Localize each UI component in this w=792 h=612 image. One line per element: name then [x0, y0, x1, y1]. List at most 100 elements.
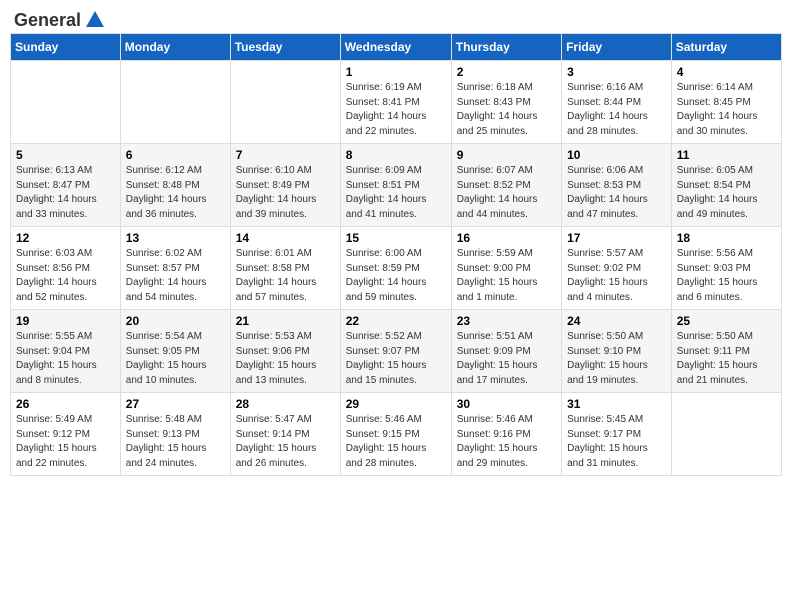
- day-number: 30: [457, 397, 556, 411]
- calendar-cell: [230, 61, 340, 144]
- calendar-cell: 21Sunrise: 5:53 AM Sunset: 9:06 PM Dayli…: [230, 310, 340, 393]
- day-info: Sunrise: 6:19 AM Sunset: 8:41 PM Dayligh…: [346, 81, 446, 139]
- day-number: 31: [567, 397, 666, 411]
- calendar-cell: 15Sunrise: 6:00 AM Sunset: 8:59 PM Dayli…: [340, 227, 451, 310]
- day-number: 18: [677, 231, 776, 245]
- day-info: Sunrise: 6:14 AM Sunset: 8:45 PM Dayligh…: [677, 81, 776, 139]
- day-number: 6: [126, 148, 225, 162]
- day-info: Sunrise: 5:57 AM Sunset: 9:02 PM Dayligh…: [567, 247, 666, 305]
- calendar-table: SundayMondayTuesdayWednesdayThursdayFrid…: [10, 33, 782, 476]
- calendar-cell: 18 Sunrise: 5:56 AM Sunset: 9:03 PM Dayli…: [671, 227, 781, 310]
- day-number: 10: [567, 148, 666, 162]
- day-number: 5: [16, 148, 115, 162]
- day-header-thursday: Thursday: [451, 34, 561, 61]
- week-row-4: 19 Sunrise: 5:55 AM Sunset: 9:04 PM Dayli…: [11, 310, 782, 393]
- day-header-saturday: Saturday: [671, 34, 781, 61]
- day-number: 22: [346, 314, 446, 328]
- day-info: Sunrise: 6:05 AM Sunset: 8:54 PM Dayligh…: [677, 164, 776, 222]
- day-info: Sunrise: 5:56 AM Sunset: 9:03 PM Dayligh…: [677, 247, 776, 305]
- day-info: Sunrise: 6:18 AM Sunset: 8:43 PM Dayligh…: [457, 81, 556, 139]
- week-row-3: 12 Sunrise: 6:03 AM Sunset: 8:56 PM Dayli…: [11, 227, 782, 310]
- day-info: Sunrise: 5:51 AM Sunset: 9:09 PM Dayligh…: [457, 330, 556, 388]
- calendar-cell: 11 Sunrise: 6:05 AM Sunset: 8:54 PM Dayli…: [671, 144, 781, 227]
- day-number: 12: [16, 231, 115, 245]
- calendar-cell: 30 Sunrise: 5:46 AM Sunset: 9:16 PM Dayli…: [451, 393, 561, 476]
- calendar-cell: 2 Sunrise: 6:18 AM Sunset: 8:43 PM Daylig…: [451, 61, 561, 144]
- calendar-cell: 4Sunrise: 6:14 AM Sunset: 8:45 PM Daylig…: [671, 61, 781, 144]
- calendar-cell: [671, 393, 781, 476]
- day-info: Sunrise: 6:12 AM Sunset: 8:48 PM Dayligh…: [126, 164, 225, 222]
- day-info: Sunrise: 5:45 AM Sunset: 9:17 PM Dayligh…: [567, 413, 666, 471]
- day-number: 26: [16, 397, 115, 411]
- calendar-cell: 1 Sunrise: 6:19 AM Sunset: 8:41 PM Daylig…: [340, 61, 451, 144]
- calendar-cell: 22Sunrise: 5:52 AM Sunset: 9:07 PM Dayli…: [340, 310, 451, 393]
- day-info: Sunrise: 6:00 AM Sunset: 8:59 PM Dayligh…: [346, 247, 446, 305]
- day-info: Sunrise: 5:48 AM Sunset: 9:13 PM Dayligh…: [126, 413, 225, 471]
- day-info: Sunrise: 6:06 AM Sunset: 8:53 PM Dayligh…: [567, 164, 666, 222]
- calendar-cell: 25Sunrise: 5:50 AM Sunset: 9:11 PM Dayli…: [671, 310, 781, 393]
- day-info: Sunrise: 5:59 AM Sunset: 9:00 PM Dayligh…: [457, 247, 556, 305]
- page-header: General: [10, 10, 782, 27]
- logo: General: [14, 10, 106, 27]
- day-number: 7: [236, 148, 335, 162]
- day-number: 14: [236, 231, 335, 245]
- calendar-cell: 16 Sunrise: 5:59 AM Sunset: 9:00 PM Dayli…: [451, 227, 561, 310]
- calendar-cell: 9 Sunrise: 6:07 AM Sunset: 8:52 PM Daylig…: [451, 144, 561, 227]
- day-info: Sunrise: 5:47 AM Sunset: 9:14 PM Dayligh…: [236, 413, 335, 471]
- calendar-cell: 6 Sunrise: 6:12 AM Sunset: 8:48 PM Daylig…: [120, 144, 230, 227]
- week-row-5: 26 Sunrise: 5:49 AM Sunset: 9:12 PM Dayli…: [11, 393, 782, 476]
- day-headers-row: SundayMondayTuesdayWednesdayThursdayFrid…: [11, 34, 782, 61]
- calendar-cell: 23 Sunrise: 5:51 AM Sunset: 9:09 PM Dayli…: [451, 310, 561, 393]
- calendar-cell: [120, 61, 230, 144]
- day-header-tuesday: Tuesday: [230, 34, 340, 61]
- week-row-2: 5 Sunrise: 6:13 AM Sunset: 8:47 PM Daylig…: [11, 144, 782, 227]
- week-row-1: 1 Sunrise: 6:19 AM Sunset: 8:41 PM Daylig…: [11, 61, 782, 144]
- calendar-cell: 28 Sunrise: 5:47 AM Sunset: 9:14 PM Dayli…: [230, 393, 340, 476]
- day-number: 11: [677, 148, 776, 162]
- calendar-cell: 31 Sunrise: 5:45 AM Sunset: 9:17 PM Dayli…: [562, 393, 672, 476]
- day-number: 19: [16, 314, 115, 328]
- calendar-cell: 3Sunrise: 6:16 AM Sunset: 8:44 PM Daylig…: [562, 61, 672, 144]
- day-info: Sunrise: 6:02 AM Sunset: 8:57 PM Dayligh…: [126, 247, 225, 305]
- day-header-monday: Monday: [120, 34, 230, 61]
- calendar-cell: 19 Sunrise: 5:55 AM Sunset: 9:04 PM Dayli…: [11, 310, 121, 393]
- day-header-sunday: Sunday: [11, 34, 121, 61]
- calendar-cell: 7Sunrise: 6:10 AM Sunset: 8:49 PM Daylig…: [230, 144, 340, 227]
- day-info: Sunrise: 6:03 AM Sunset: 8:56 PM Dayligh…: [16, 247, 115, 305]
- day-number: 20: [126, 314, 225, 328]
- day-number: 27: [126, 397, 225, 411]
- logo-icon: [84, 9, 106, 31]
- day-number: 28: [236, 397, 335, 411]
- day-info: Sunrise: 5:49 AM Sunset: 9:12 PM Dayligh…: [16, 413, 115, 471]
- day-number: 9: [457, 148, 556, 162]
- day-number: 16: [457, 231, 556, 245]
- calendar-cell: 8Sunrise: 6:09 AM Sunset: 8:51 PM Daylig…: [340, 144, 451, 227]
- calendar-cell: 20Sunrise: 5:54 AM Sunset: 9:05 PM Dayli…: [120, 310, 230, 393]
- day-number: 3: [567, 65, 666, 79]
- calendar-cell: 27 Sunrise: 5:48 AM Sunset: 9:13 PM Dayli…: [120, 393, 230, 476]
- calendar-cell: 26 Sunrise: 5:49 AM Sunset: 9:12 PM Dayli…: [11, 393, 121, 476]
- day-number: 24: [567, 314, 666, 328]
- day-info: Sunrise: 5:50 AM Sunset: 9:10 PM Dayligh…: [567, 330, 666, 388]
- day-info: Sunrise: 6:01 AM Sunset: 8:58 PM Dayligh…: [236, 247, 335, 305]
- day-number: 13: [126, 231, 225, 245]
- calendar-cell: 29Sunrise: 5:46 AM Sunset: 9:15 PM Dayli…: [340, 393, 451, 476]
- calendar-cell: 17Sunrise: 5:57 AM Sunset: 9:02 PM Dayli…: [562, 227, 672, 310]
- day-number: 23: [457, 314, 556, 328]
- day-header-wednesday: Wednesday: [340, 34, 451, 61]
- day-number: 2: [457, 65, 556, 79]
- day-number: 1: [346, 65, 446, 79]
- calendar-cell: 10 Sunrise: 6:06 AM Sunset: 8:53 PM Dayli…: [562, 144, 672, 227]
- day-number: 8: [346, 148, 446, 162]
- calendar-cell: 12 Sunrise: 6:03 AM Sunset: 8:56 PM Dayli…: [11, 227, 121, 310]
- calendar-cell: [11, 61, 121, 144]
- day-info: Sunrise: 5:46 AM Sunset: 9:15 PM Dayligh…: [346, 413, 446, 471]
- logo-general-text: General: [14, 10, 81, 31]
- calendar-cell: 14 Sunrise: 6:01 AM Sunset: 8:58 PM Dayli…: [230, 227, 340, 310]
- day-number: 21: [236, 314, 335, 328]
- day-info: Sunrise: 6:07 AM Sunset: 8:52 PM Dayligh…: [457, 164, 556, 222]
- calendar-cell: 13 Sunrise: 6:02 AM Sunset: 8:57 PM Dayli…: [120, 227, 230, 310]
- day-info: Sunrise: 5:46 AM Sunset: 9:16 PM Dayligh…: [457, 413, 556, 471]
- day-info: Sunrise: 5:55 AM Sunset: 9:04 PM Dayligh…: [16, 330, 115, 388]
- day-info: Sunrise: 6:13 AM Sunset: 8:47 PM Dayligh…: [16, 164, 115, 222]
